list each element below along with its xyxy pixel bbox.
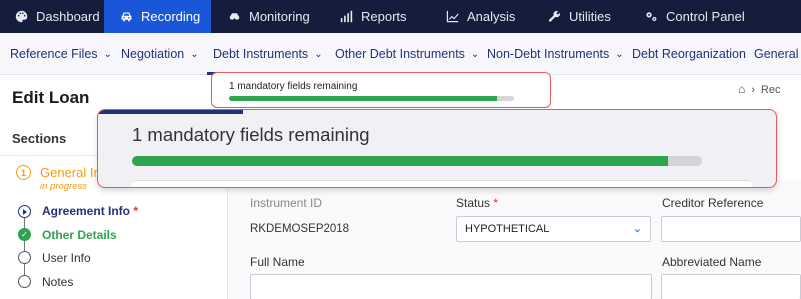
- palette-icon: [15, 10, 28, 23]
- step-notes[interactable]: Notes: [42, 275, 73, 289]
- nav-monitoring[interactable]: Monitoring: [211, 0, 328, 33]
- chevron-down-icon: ⌄: [615, 48, 624, 60]
- sections-heading: Sections: [12, 131, 67, 146]
- subnav-debt-reorganization-label: Debt Reorganization: [632, 47, 746, 61]
- creditor-reference-input[interactable]: [661, 216, 801, 242]
- progress-bar-fill: [229, 96, 497, 101]
- progress-card-zoomed: 1 mandatory fields remaining: [97, 109, 777, 188]
- nav-recording-label: Recording: [141, 9, 201, 24]
- accent-bar: [98, 110, 243, 114]
- wrench-icon: [548, 10, 560, 22]
- nav-dashboard-label: Dashboard: [36, 9, 100, 24]
- step-empty-icon: [18, 251, 31, 264]
- instrument-id-label: Instrument ID: [250, 196, 323, 210]
- subnav-reference-files[interactable]: Reference Files ⌄: [10, 33, 112, 75]
- progress-bar-fill-zoomed: [132, 156, 668, 166]
- step-empty-icon: [18, 275, 31, 288]
- top-navigation-bar: Dashboard Recording Monitoring Reports A…: [0, 0, 801, 33]
- subnav-negotiation[interactable]: Negotiation ⌄: [121, 33, 199, 75]
- subnav-general[interactable]: General: [754, 33, 798, 75]
- step-other-details[interactable]: Other Details: [42, 228, 117, 242]
- section-general-title[interactable]: General In: [40, 165, 101, 180]
- chevron-down-icon: ⌄: [314, 48, 323, 60]
- progress-bar-zoomed: [132, 156, 702, 166]
- subnav-other-debt-instruments-label: Other Debt Instruments: [335, 47, 465, 61]
- status-label: Status *: [456, 196, 498, 210]
- subnav-debt-instruments[interactable]: Debt Instruments ⌄: [207, 33, 329, 75]
- abbreviated-name-label: Abbreviated Name: [662, 255, 762, 269]
- binoculars-icon: [229, 13, 240, 20]
- nav-utilities-label: Utilities: [569, 9, 611, 24]
- subnav-general-label: General: [754, 47, 799, 61]
- subnav-other-debt-instruments[interactable]: Other Debt Instruments ⌄: [335, 33, 479, 75]
- status-select[interactable]: HYPOTHETICAL ⌄: [456, 216, 651, 242]
- nav-analysis-label: Analysis: [467, 9, 516, 24]
- chevron-down-icon: ⌄: [103, 48, 112, 60]
- secondary-navigation-bar: Reference Files ⌄ Negotiation ⌄ Debt Instr…: [0, 33, 801, 75]
- required-mark: *: [133, 204, 139, 218]
- breadcrumb-item[interactable]: Rec: [761, 84, 781, 96]
- car-icon: [121, 12, 132, 22]
- nav-utilities[interactable]: Utilities: [542, 0, 638, 33]
- nav-control-panel-label: Control Panel: [666, 9, 745, 24]
- check-icon: ✓: [18, 228, 31, 241]
- subnav-reference-files-label: Reference Files: [10, 47, 98, 61]
- creditor-reference-label: Creditor Reference: [662, 196, 764, 210]
- step-agreement-info-label: Agreement Info: [42, 204, 131, 218]
- nav-analysis[interactable]: Analysis: [434, 0, 542, 33]
- subnav-debt-reorganization[interactable]: Debt Reorganization: [632, 33, 746, 75]
- subnav-non-debt-instruments-label: Non-Debt Instruments: [487, 47, 610, 61]
- full-name-label: Full Name: [250, 255, 305, 269]
- line-chart-icon: [446, 10, 459, 23]
- step-agreement-info[interactable]: Agreement Info *: [42, 204, 138, 218]
- nav-control-panel[interactable]: Control Panel: [638, 0, 801, 33]
- nav-monitoring-label: Monitoring: [249, 9, 310, 24]
- bar-chart-icon: [340, 10, 353, 23]
- subnav-non-debt-instruments[interactable]: Non-Debt Instruments ⌄: [487, 33, 624, 75]
- subnav-negotiation-label: Negotiation: [121, 47, 185, 61]
- section-number-badge: 1: [16, 165, 31, 180]
- nav-reports-label: Reports: [361, 9, 407, 24]
- card-edge: [132, 180, 752, 187]
- nav-reports[interactable]: Reports: [328, 0, 434, 33]
- required-mark: *: [493, 196, 499, 210]
- step-user-info[interactable]: User Info: [42, 251, 91, 265]
- breadcrumb: ⌂ › Rec: [738, 82, 780, 96]
- section-status-text: in progress: [40, 181, 87, 192]
- instrument-id-value: RKDEMOSEP2018: [250, 223, 350, 235]
- cogs-icon: [646, 12, 657, 22]
- status-select-value: HYPOTHETICAL: [465, 223, 550, 235]
- abbreviated-name-input[interactable]: [661, 274, 801, 299]
- full-name-input[interactable]: [250, 274, 652, 299]
- progress-text: 1 mandatory fields remaining: [229, 81, 358, 92]
- chevron-down-icon: ⌄: [632, 223, 642, 235]
- home-icon[interactable]: ⌂: [738, 82, 745, 96]
- page-title: Edit Loan: [12, 88, 90, 107]
- progress-card: 1 mandatory fields remaining: [211, 72, 551, 108]
- chevron-down-icon: ⌄: [470, 48, 480, 60]
- nav-recording[interactable]: Recording: [104, 0, 211, 33]
- progress-text-zoomed: 1 mandatory fields remaining: [132, 124, 370, 145]
- subnav-debt-instruments-label: Debt Instruments: [213, 47, 309, 61]
- progress-bar: [229, 96, 514, 101]
- chevron-down-icon: ⌄: [190, 48, 199, 60]
- step-current-icon: [18, 205, 31, 218]
- status-label-text: Status: [456, 196, 491, 210]
- breadcrumb-separator: ›: [751, 84, 755, 96]
- nav-dashboard[interactable]: Dashboard: [0, 0, 104, 33]
